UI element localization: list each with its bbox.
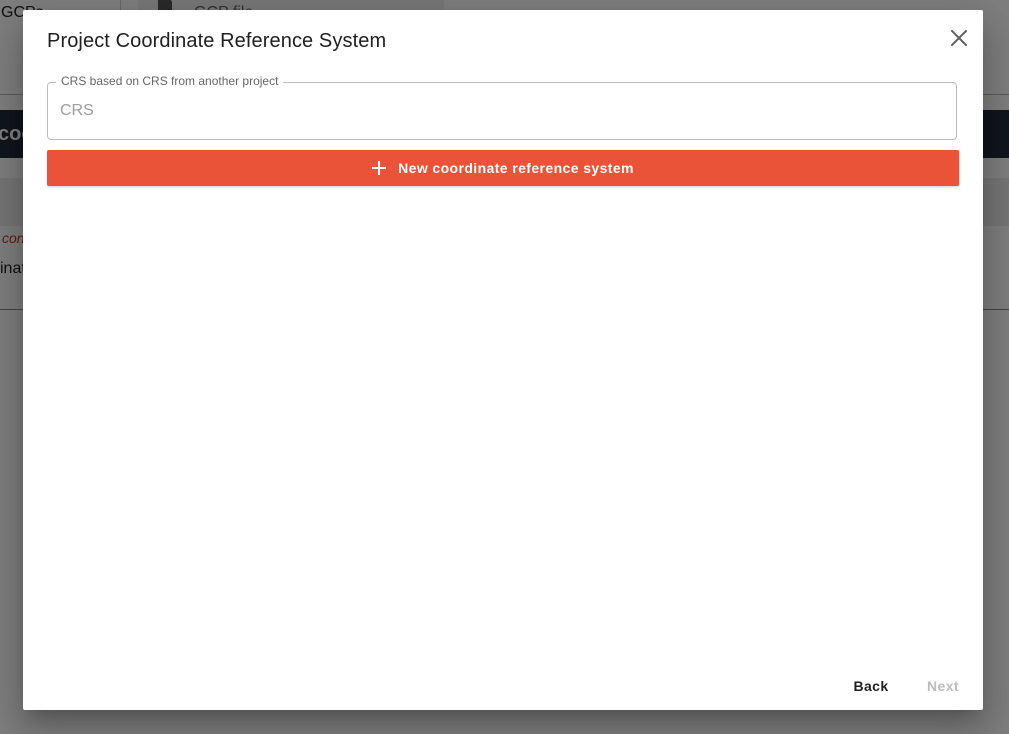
crs-dialog: Project Coordinate Reference System CRS … (23, 10, 983, 710)
crs-input[interactable] (60, 99, 940, 123)
new-crs-button[interactable]: New coordinate reference system (47, 150, 959, 186)
close-icon (951, 30, 967, 46)
plus-icon (372, 161, 387, 175)
new-crs-button-label: New coordinate reference system (398, 160, 634, 176)
back-button[interactable]: Back (841, 668, 901, 704)
dialog-title: Project Coordinate Reference System (47, 30, 387, 52)
crs-select-field[interactable]: CRS based on CRS from another project (47, 74, 957, 140)
next-button[interactable]: Next (913, 668, 973, 704)
crs-field-label: CRS based on CRS from another project (56, 74, 284, 88)
close-button[interactable] (943, 22, 975, 54)
